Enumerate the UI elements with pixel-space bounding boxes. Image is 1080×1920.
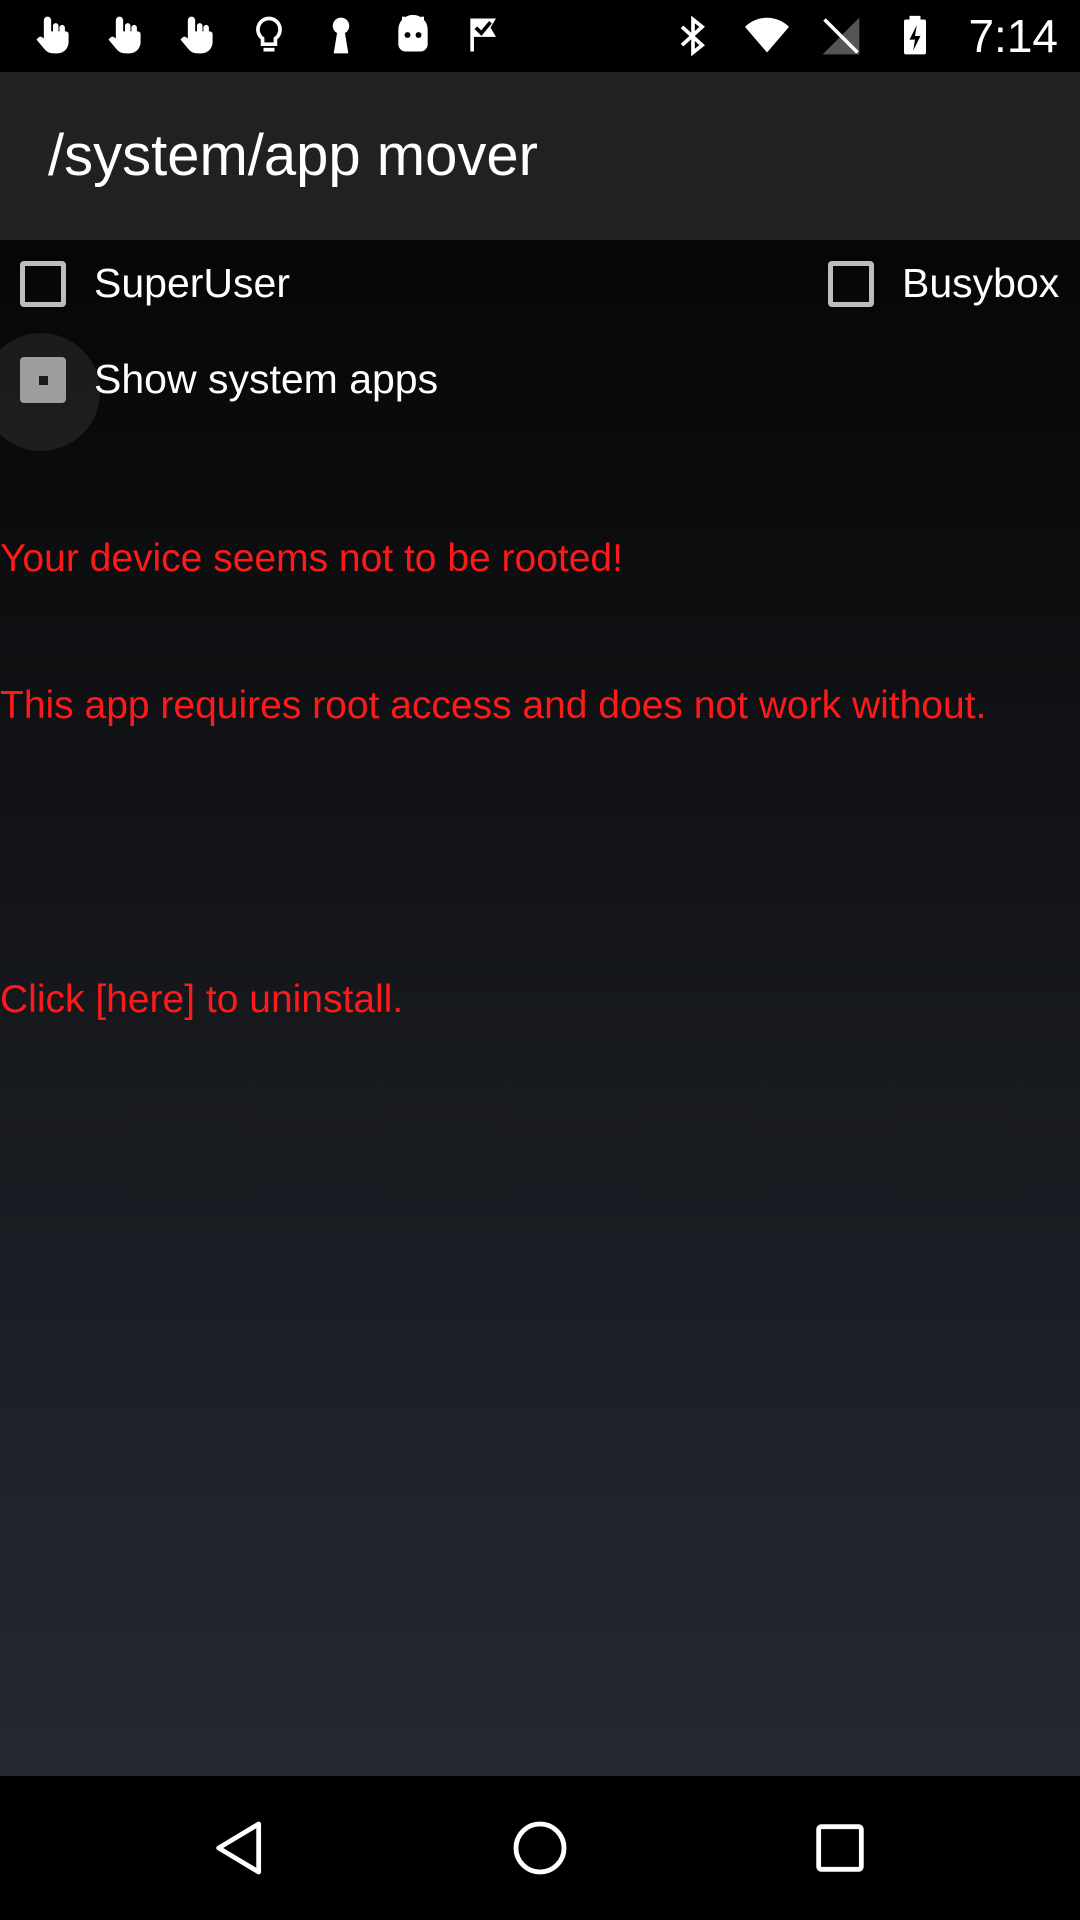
app-bar: /system/app mover — [0, 72, 1080, 240]
hand-touch-icon — [28, 10, 78, 60]
busybox-label: Busybox — [902, 260, 1060, 306]
hand-touch-icon — [172, 10, 222, 60]
superuser-checkbox[interactable] — [20, 260, 66, 307]
warning-line-2: This app requires root access and does n… — [0, 684, 987, 727]
app-title: /system/app mover — [48, 123, 538, 188]
warning-spacer — [0, 828, 1080, 877]
home-button[interactable] — [500, 1808, 580, 1888]
warning-line-1: Your device seems not to be rooted! — [0, 537, 623, 580]
root-warning[interactable]: Your device seems not to be rooted! This… — [0, 436, 1080, 1122]
screen: 7:14 /system/app mover SuperUser Busybox… — [0, 0, 1080, 1920]
main-content: SuperUser Busybox Show system apps Your … — [0, 240, 1080, 1776]
android-face-icon — [388, 10, 438, 60]
busybox-checkbox[interactable] — [828, 260, 874, 307]
status-bar: 7:14 — [0, 0, 1080, 72]
superuser-label: SuperUser — [94, 260, 290, 306]
wifi-icon — [742, 11, 792, 61]
keyhole-icon — [316, 10, 366, 60]
uninstall-link[interactable]: Click [here] to uninstall. — [0, 975, 1080, 1024]
system-icons: 7:14 — [668, 10, 1058, 62]
notification-icons — [28, 10, 510, 60]
back-button[interactable] — [200, 1808, 280, 1888]
show-system-apps-option[interactable]: Show system apps — [0, 332, 439, 451]
navigation-bar — [0, 1776, 1080, 1920]
lightbulb-icon — [244, 10, 294, 60]
recents-button[interactable] — [800, 1808, 880, 1888]
check-flag-icon — [460, 10, 510, 60]
recents-icon — [816, 1824, 864, 1872]
superuser-option[interactable]: SuperUser — [20, 260, 290, 307]
show-system-apps-checkbox[interactable] — [20, 356, 66, 403]
home-icon — [513, 1821, 567, 1875]
show-system-apps-label: Show system apps — [94, 356, 439, 402]
no-signal-icon — [816, 11, 866, 61]
bluetooth-icon — [668, 11, 718, 61]
back-icon — [216, 1821, 262, 1875]
hand-touch-icon — [100, 10, 150, 60]
busybox-option[interactable]: Busybox — [828, 260, 1059, 307]
battery-charging-icon — [890, 11, 940, 61]
clock: 7:14 — [968, 10, 1058, 62]
